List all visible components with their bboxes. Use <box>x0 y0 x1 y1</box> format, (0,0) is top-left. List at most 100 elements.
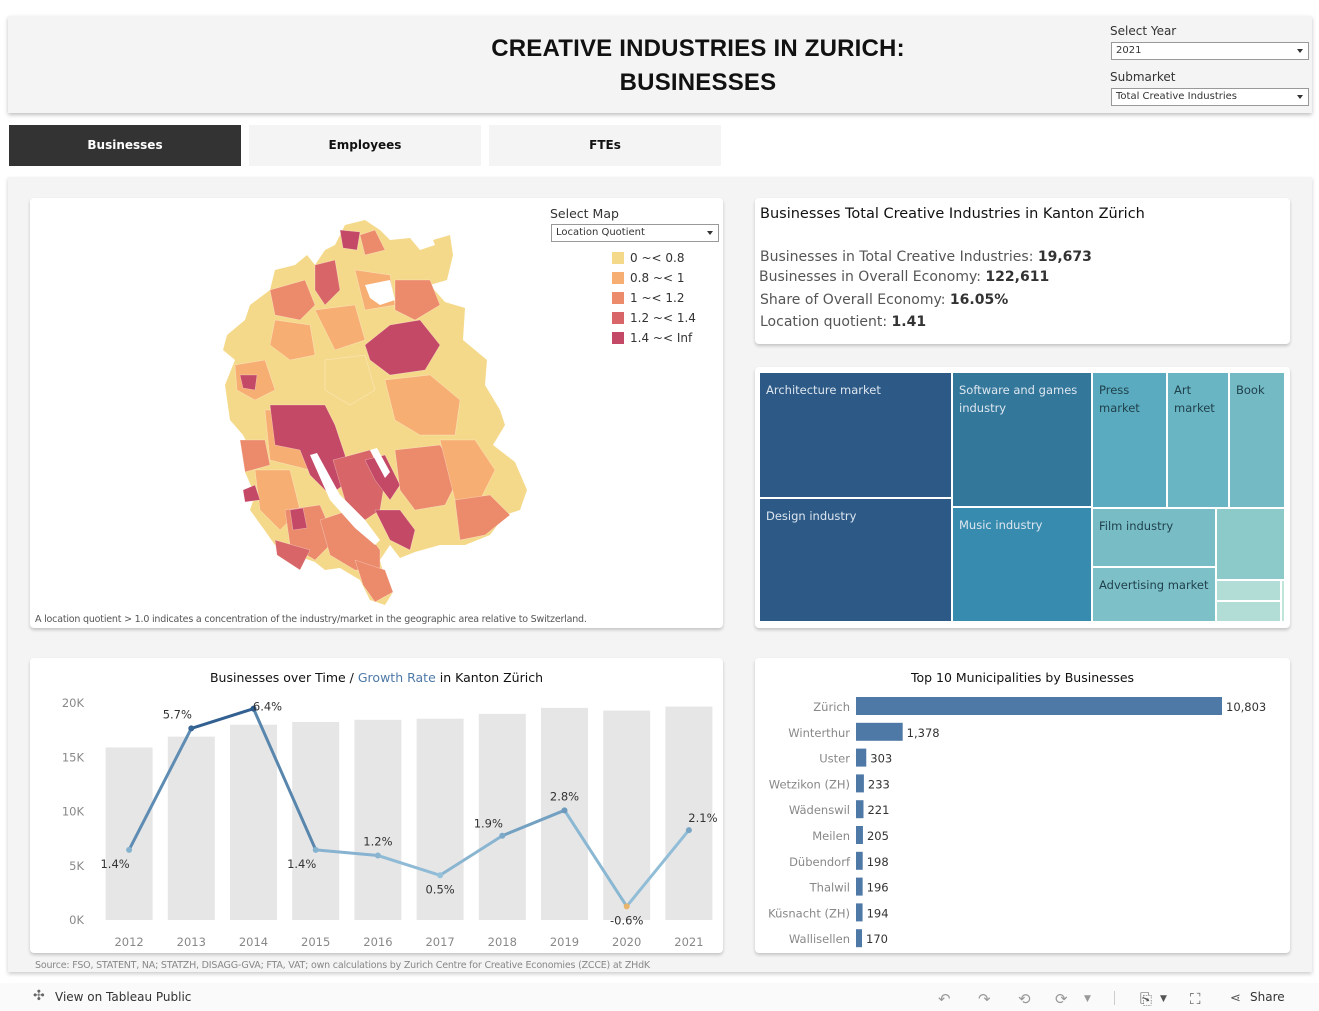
municipality-bar <box>856 748 867 767</box>
treemap-label: Software and games industry <box>959 383 1078 415</box>
kpi-share: Share of Overall Economy: 16.05% <box>760 292 1008 308</box>
municipality-bar <box>856 851 863 870</box>
view-on-tableau-link[interactable]: View on Tableau Public <box>55 990 191 1004</box>
legend-item[interactable]: 1 ~< 1.2 <box>612 291 684 305</box>
submarket-select-value: Total Creative Industries <box>1116 91 1237 102</box>
treemap-label: Architecture market <box>766 383 881 397</box>
municipality-label: Wädenswil <box>789 803 850 817</box>
municipality-bar <box>856 826 863 844</box>
year-select[interactable]: 2021 <box>1111 42 1309 60</box>
treemap-cell-other-3[interactable] <box>1216 601 1281 622</box>
municipality-value: 196 <box>867 881 889 895</box>
canton-map[interactable] <box>215 210 535 610</box>
treemap-cell-other-1[interactable] <box>1216 508 1285 580</box>
chevron-down-icon <box>1297 49 1303 53</box>
municipality-bar <box>856 877 863 896</box>
municipality-value: 10,803 <box>1226 700 1266 714</box>
kpi-value: 122,611 <box>985 269 1050 285</box>
x-tick-label: 2014 <box>239 935 268 949</box>
treemap-cell-design[interactable]: Design industry <box>759 498 952 622</box>
legend-label: 0.8 ~< 1 <box>630 271 685 285</box>
kpi-label: Businesses in Overall Economy: <box>759 269 981 285</box>
treemap-cell-architecture[interactable]: Architecture market <box>759 372 952 498</box>
growth-point <box>499 832 506 839</box>
legend-item[interactable]: 1.2 ~< 1.4 <box>612 311 696 325</box>
growth-label: 1.4% <box>100 857 129 871</box>
legend-item[interactable]: 0 ~< 0.8 <box>612 251 684 265</box>
legend-item[interactable]: 0.8 ~< 1 <box>612 271 684 285</box>
legend-item[interactable]: 1.4 ~< Inf <box>612 331 692 345</box>
municipality-bar <box>856 774 864 793</box>
redo-icon[interactable]: ↷ <box>978 990 991 1008</box>
municipality-label: Zürich <box>813 700 850 714</box>
share-icon[interactable]: ⋖ <box>1230 991 1241 1006</box>
chevron-down-icon <box>707 231 713 235</box>
year-select-value: 2021 <box>1116 45 1142 56</box>
share-button[interactable]: Share <box>1250 990 1285 1004</box>
municipality-value: 170 <box>866 932 888 946</box>
treemap-label: Music industry <box>959 518 1043 532</box>
tab-employees[interactable]: Employees <box>249 125 481 166</box>
time-chart[interactable]: 0K 5K 10K 15K 20K 2012 2013 2014 2015 2016 2017 201… <box>30 690 723 952</box>
municipality-value: 233 <box>868 777 890 791</box>
legend-swatch <box>612 312 624 324</box>
title-part: Businesses over Time / <box>209 670 358 685</box>
legend-label: 1.2 ~< 1.4 <box>630 311 696 325</box>
download-dropdown-icon[interactable]: ▼ <box>1160 994 1167 1004</box>
business-bar <box>292 721 340 920</box>
kpi-value: 16.05% <box>949 292 1009 308</box>
kpi-location-quotient: Location quotient: 1.41 <box>760 314 926 330</box>
municipality-label: Meilen <box>812 829 850 843</box>
tableau-logo-icon: ✣ <box>33 988 45 1004</box>
kpi-value: 19,673 <box>1037 249 1092 265</box>
x-tick-label: 2017 <box>425 935 454 949</box>
municipality-region <box>339 229 361 251</box>
tab-ftes[interactable]: FTEs <box>489 125 721 166</box>
map-type-select-value: Location Quotient <box>556 227 645 238</box>
y-tick-label: 20K <box>62 696 85 710</box>
source-note: Source: FSO, STATENT, NA; STATZH, DISAGG… <box>35 960 650 971</box>
municipality-label: Uster <box>819 752 850 766</box>
download-icon[interactable]: ⎘ <box>1140 990 1152 1008</box>
growth-point <box>437 872 444 879</box>
growth-label: -0.6% <box>610 913 643 927</box>
growth-point <box>623 903 630 910</box>
treemap-cell-art[interactable]: Art market <box>1167 372 1229 508</box>
treemap-cell-software[interactable]: Software and games industry <box>952 372 1092 507</box>
treemap-label: Film industry <box>1099 519 1174 533</box>
treemap-label: Advertising market <box>1099 578 1209 592</box>
y-tick-label: 0K <box>69 913 84 927</box>
x-tick-label: 2013 <box>177 935 206 949</box>
growth-point <box>188 725 195 732</box>
municipality-bar <box>856 800 864 819</box>
municipality-label: Thalwil <box>809 881 850 895</box>
treemap-cell-advertising[interactable]: Advertising market <box>1092 567 1216 622</box>
treemap-cell-press[interactable]: Press market <box>1092 372 1167 508</box>
submarket-select[interactable]: Total Creative Industries <box>1111 88 1309 106</box>
x-tick-label: 2021 <box>674 935 703 949</box>
municipality-value: 205 <box>867 829 889 843</box>
undo-icon[interactable]: ↶ <box>938 990 951 1008</box>
refresh-icon[interactable]: ⟳ <box>1055 990 1068 1008</box>
growth-rate-highlight: Growth Rate <box>357 670 436 685</box>
legend-swatch <box>612 252 624 264</box>
location-quotient-note: A location quotient > 1.0 indicates a co… <box>35 614 587 625</box>
municipality-value: 303 <box>870 752 892 766</box>
treemap-cell-other-4[interactable] <box>1281 580 1285 622</box>
refresh-dropdown-icon[interactable]: ▼ <box>1084 994 1091 1004</box>
growth-label: 5.7% <box>163 707 192 721</box>
revert-icon[interactable]: ⟲ <box>1018 990 1031 1008</box>
map-type-select[interactable]: Location Quotient <box>551 224 719 242</box>
treemap-cell-music[interactable]: Music industry <box>952 507 1092 622</box>
year-filter-label: Select Year <box>1110 24 1177 38</box>
fullscreen-icon[interactable]: ⛶ <box>1190 990 1201 1008</box>
treemap-cell-film[interactable]: Film industry <box>1092 508 1216 567</box>
legend-label: 0 ~< 0.8 <box>630 251 685 265</box>
top10-chart[interactable]: Zürich 10,803 Winterthur 1,378 Uster 303 Wetzi… <box>755 690 1290 952</box>
treemap-cell-book[interactable]: Book <box>1229 372 1285 508</box>
y-tick-label: 10K <box>62 805 85 819</box>
legend-label: 1.4 ~< Inf <box>630 331 693 345</box>
treemap-cell-other-2[interactable] <box>1216 580 1281 601</box>
tab-businesses[interactable]: Businesses <box>9 125 241 166</box>
map-select-label: Select Map <box>550 206 619 221</box>
